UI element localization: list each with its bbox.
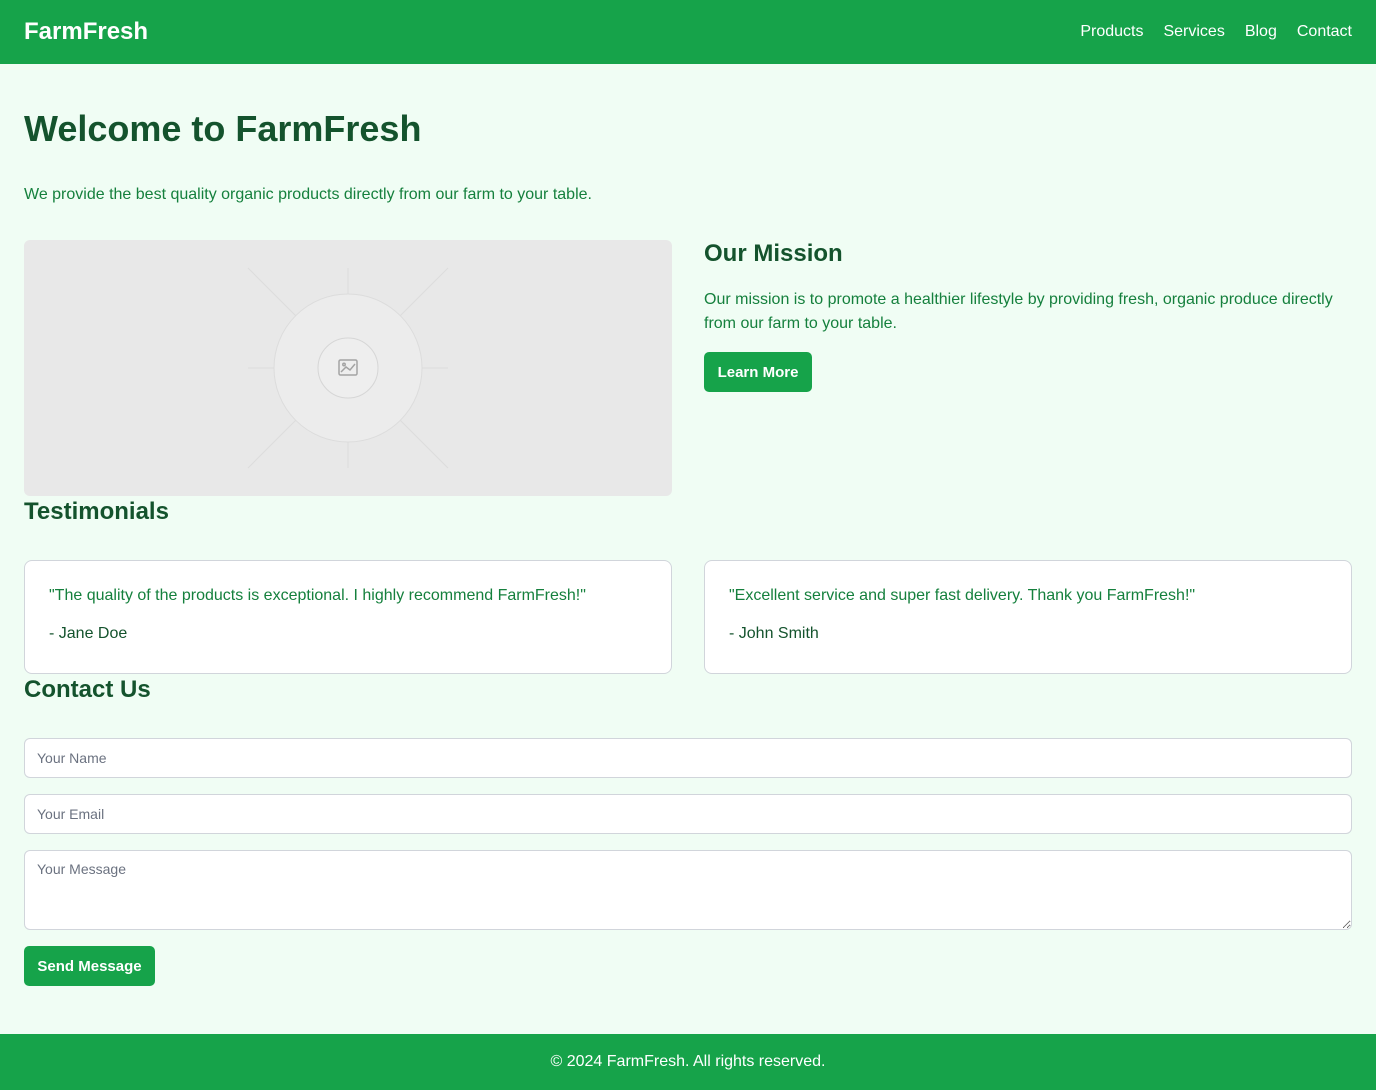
image-placeholder xyxy=(24,240,672,496)
nav-link-services[interactable]: Services xyxy=(1163,23,1224,41)
main-nav: Products Services Blog Contact xyxy=(1080,23,1352,41)
testimonial-card: "Excellent service and super fast delive… xyxy=(704,560,1352,674)
nav-link-blog[interactable]: Blog xyxy=(1245,23,1277,41)
site-logo[interactable]: FarmFresh xyxy=(24,18,148,46)
mission-title: Our Mission xyxy=(704,240,843,267)
email-input[interactable] xyxy=(24,794,1352,834)
testimonial-author: - John Smith xyxy=(729,625,819,642)
placeholder-graphic xyxy=(247,267,449,469)
testimonial-card: "The quality of the products is exceptio… xyxy=(24,560,672,674)
footer-copyright: © 2024 FarmFresh. All rights reserved. xyxy=(550,1053,826,1070)
send-message-button[interactable]: Send Message xyxy=(24,946,155,986)
name-input[interactable] xyxy=(24,738,1352,778)
testimonial-quote: "Excellent service and super fast delive… xyxy=(729,587,1196,604)
message-textarea[interactable] xyxy=(24,850,1352,930)
site-header: FarmFresh Products Services Blog Contact xyxy=(0,0,1376,64)
hero-subtitle: We provide the best quality organic prod… xyxy=(24,186,592,203)
contact-title: Contact Us xyxy=(24,676,151,703)
nav-link-contact[interactable]: Contact xyxy=(1297,23,1352,41)
mission-text: Our mission is to promote a healthier li… xyxy=(704,291,1333,332)
site-footer: © 2024 FarmFresh. All rights reserved. xyxy=(0,1034,1376,1090)
hero-title: Welcome to FarmFresh xyxy=(24,108,422,149)
testimonial-quote: "The quality of the products is exceptio… xyxy=(49,587,586,604)
testimonials-title: Testimonials xyxy=(24,498,169,525)
testimonial-author: - Jane Doe xyxy=(49,625,128,642)
nav-link-products[interactable]: Products xyxy=(1080,23,1143,41)
learn-more-button[interactable]: Learn More xyxy=(704,352,812,392)
